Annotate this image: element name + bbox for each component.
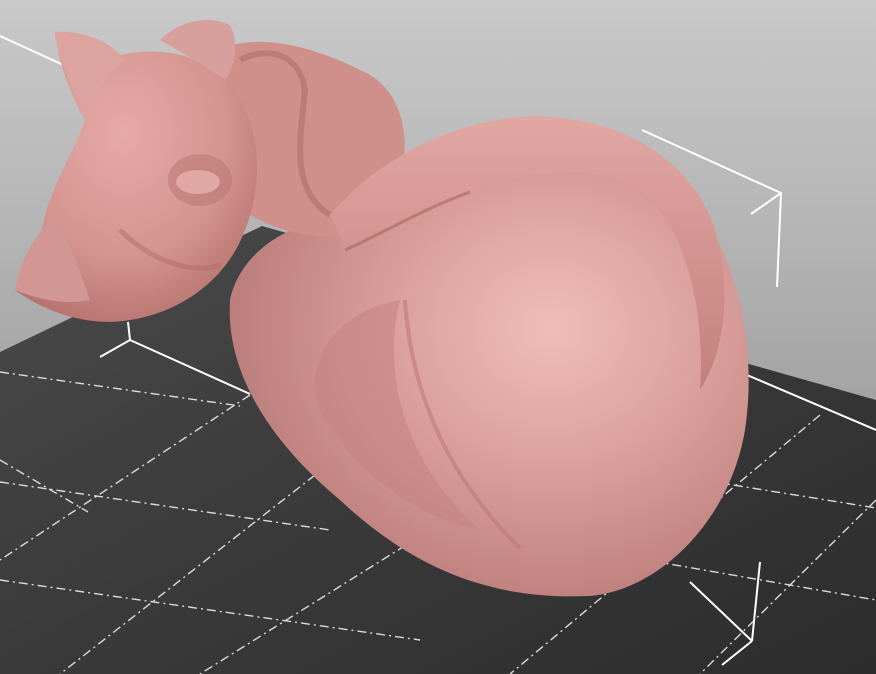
scene-canvas[interactable] bbox=[0, 0, 876, 674]
cat-eye-lid bbox=[176, 170, 220, 194]
3d-viewport[interactable]: 3D print preview viewport bbox=[0, 0, 876, 674]
bbox-corner-top-right-tick bbox=[750, 192, 782, 215]
